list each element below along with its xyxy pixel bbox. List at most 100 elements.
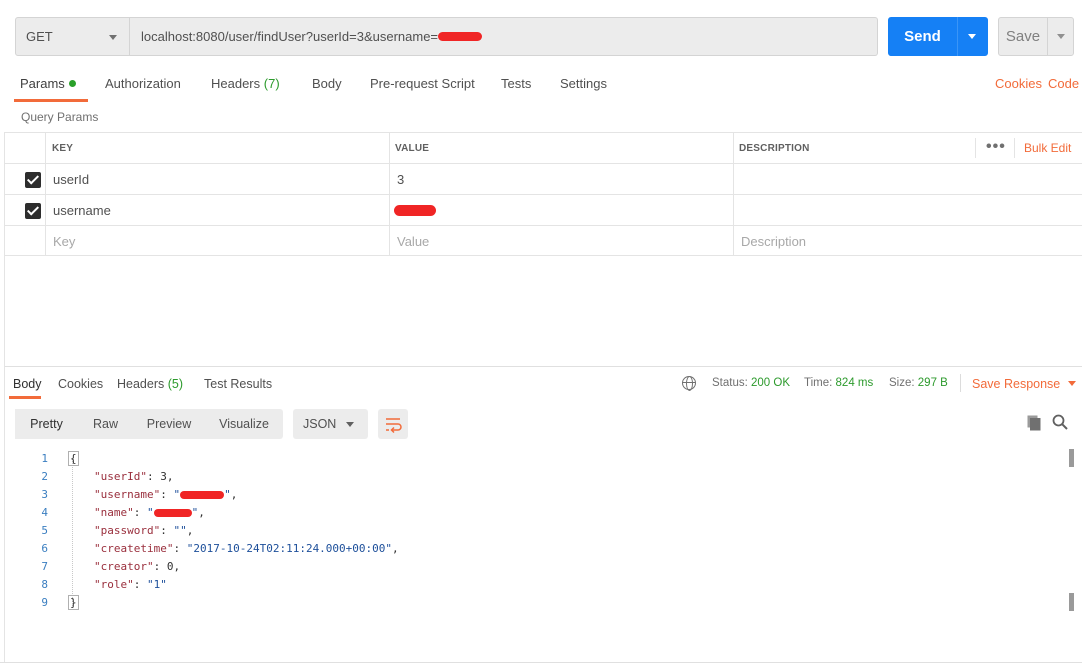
table-header-row: KEY VALUE DESCRIPTION ••• Bulk Edit bbox=[5, 132, 1082, 163]
tab-pre-request-script[interactable]: Pre-request Script bbox=[370, 76, 475, 91]
response-tabs: Body Cookies Headers (5) Test Results St… bbox=[5, 366, 1082, 402]
column-header-description: DESCRIPTION bbox=[739, 142, 810, 154]
json-value: "" bbox=[173, 487, 231, 501]
save-button[interactable]: Save bbox=[998, 17, 1074, 56]
tab-body[interactable]: Body bbox=[312, 76, 342, 91]
line-number: 6 bbox=[41, 541, 48, 555]
column-divider bbox=[733, 133, 734, 163]
column-divider bbox=[975, 138, 976, 158]
redaction-mark bbox=[438, 32, 483, 41]
json-value: "" bbox=[147, 505, 199, 519]
bulk-edit-link[interactable]: Bulk Edit bbox=[1024, 141, 1071, 155]
param-key[interactable]: userId bbox=[53, 164, 89, 194]
tab-headers[interactable]: Headers (7) bbox=[211, 76, 280, 91]
tab-body-label: Body bbox=[312, 76, 342, 91]
line-number: 4 bbox=[41, 505, 48, 519]
format-label: JSON bbox=[303, 417, 337, 431]
checkbox-checked[interactable] bbox=[25, 172, 41, 188]
column-divider bbox=[389, 226, 390, 256]
column-divider bbox=[45, 164, 46, 194]
view-preview-button[interactable]: Preview bbox=[133, 409, 205, 439]
line-number: 7 bbox=[41, 559, 48, 573]
chevron-down-icon bbox=[109, 35, 117, 40]
cookies-link[interactable]: Cookies bbox=[995, 76, 1042, 91]
url-text: localhost:8080/user/findUser?userId=3&us… bbox=[141, 29, 439, 44]
comma: , bbox=[392, 541, 399, 555]
tab-settings-label: Settings bbox=[560, 76, 607, 91]
column-divider bbox=[45, 226, 46, 256]
view-visualize-button[interactable]: Visualize bbox=[205, 409, 283, 439]
tab-response-headers[interactable]: Headers (5) bbox=[117, 377, 183, 391]
active-tab-underline bbox=[9, 396, 41, 399]
send-options-chevron-icon[interactable] bbox=[968, 34, 976, 39]
tab-authorization[interactable]: Authorization bbox=[105, 76, 181, 91]
tab-params-label: Params bbox=[20, 76, 65, 91]
table-row: userId 3 bbox=[5, 163, 1082, 194]
column-divider bbox=[389, 195, 390, 225]
size-info: Size: 297 B bbox=[889, 377, 948, 389]
json-value: "" bbox=[173, 523, 187, 537]
tab-headers-label: Headers bbox=[211, 76, 261, 91]
time-label: Time: bbox=[804, 377, 833, 389]
new-description-input[interactable]: Description bbox=[741, 226, 806, 256]
table-row-new: Key Value Description bbox=[5, 225, 1082, 256]
scrollbar-thumb[interactable] bbox=[1069, 593, 1074, 611]
new-value-input[interactable]: Value bbox=[397, 226, 429, 256]
tab-tests-label: Tests bbox=[501, 76, 532, 91]
redaction-mark bbox=[180, 490, 225, 499]
param-description[interactable] bbox=[741, 195, 1071, 225]
query-params-title: Query Params bbox=[21, 110, 99, 124]
column-header-value: VALUE bbox=[395, 142, 430, 154]
line-number: 2 bbox=[41, 469, 48, 483]
tab-tests[interactable]: Tests bbox=[501, 76, 531, 91]
json-key: "creator" bbox=[94, 559, 154, 573]
chevron-down-icon bbox=[346, 422, 354, 427]
bottom-border bbox=[0, 662, 1082, 663]
code-link[interactable]: Code bbox=[1048, 76, 1079, 91]
tab-response-cookies[interactable]: Cookies bbox=[58, 377, 103, 391]
code-line: 7 "creator": 0, bbox=[5, 557, 1055, 575]
param-description[interactable] bbox=[741, 164, 1071, 194]
table-row: username bbox=[5, 194, 1082, 225]
new-key-input[interactable]: Key bbox=[53, 226, 75, 256]
format-select[interactable]: JSON bbox=[293, 409, 368, 439]
column-divider bbox=[45, 133, 46, 163]
tab-headers-count: (7) bbox=[263, 76, 280, 91]
tab-response-headers-count: (5) bbox=[167, 377, 184, 391]
line-number: 9 bbox=[41, 595, 48, 609]
view-pretty-button[interactable]: Pretty bbox=[15, 409, 78, 439]
column-divider bbox=[389, 164, 390, 194]
param-value[interactable] bbox=[394, 195, 436, 225]
method-select[interactable]: GET bbox=[15, 17, 130, 56]
size-value: 297 B bbox=[917, 377, 948, 389]
tab-response-body[interactable]: Body bbox=[13, 377, 42, 391]
separator bbox=[960, 374, 961, 392]
tab-test-results[interactable]: Test Results bbox=[204, 377, 272, 391]
column-divider bbox=[45, 195, 46, 225]
more-options-icon[interactable]: ••• bbox=[986, 138, 1006, 156]
search-icon[interactable] bbox=[1052, 414, 1068, 430]
chevron-down-icon bbox=[1068, 381, 1077, 386]
tab-authorization-label: Authorization bbox=[105, 76, 181, 91]
code-line: 1 { bbox=[5, 449, 1055, 467]
scrollbar-thumb[interactable] bbox=[1069, 449, 1074, 467]
url-input[interactable]: localhost:8080/user/findUser?userId=3&us… bbox=[130, 17, 878, 56]
wrap-lines-button[interactable] bbox=[378, 409, 408, 439]
code-line: 6 "createtime": "2017-10-24T02:11:24.000… bbox=[5, 539, 1055, 557]
response-body-viewer[interactable]: 1 { 2 "userId": 3, 3 "username": " ", 4 "… bbox=[5, 449, 1075, 619]
view-raw-button[interactable]: Raw bbox=[78, 409, 133, 439]
json-key: "username" bbox=[94, 487, 161, 501]
tab-params[interactable]: Params bbox=[20, 76, 76, 91]
globe-icon[interactable] bbox=[682, 376, 696, 391]
view-mode-group: Pretty Raw Preview Visualize bbox=[15, 409, 283, 439]
send-button[interactable]: Send bbox=[888, 17, 988, 56]
tab-settings[interactable]: Settings bbox=[560, 76, 607, 91]
save-options-chevron-icon[interactable] bbox=[1057, 34, 1065, 39]
param-key[interactable]: username bbox=[53, 195, 111, 225]
send-divider bbox=[957, 17, 958, 56]
save-response-button[interactable]: Save Response bbox=[972, 377, 1077, 391]
copy-icon[interactable] bbox=[1027, 415, 1041, 431]
column-divider bbox=[733, 164, 734, 194]
param-value[interactable]: 3 bbox=[397, 164, 404, 194]
checkbox-checked[interactable] bbox=[25, 203, 41, 219]
